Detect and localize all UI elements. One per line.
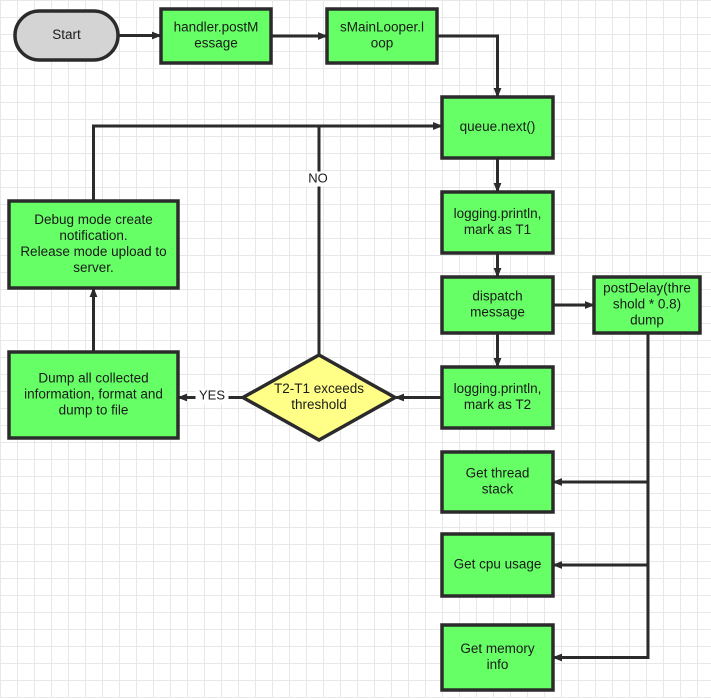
node-label: Debug mode create [34,212,153,227]
node-post_message[interactable]: handler.postMessage [159,7,273,65]
node-label: Dump all collected [38,371,148,386]
node-start[interactable]: Start [13,9,120,62]
node-notify_upload[interactable]: Debug mode createnotification.Release mo… [7,199,180,290]
node-queue_next[interactable]: queue.next() [440,95,555,160]
node-label: server. [73,260,114,275]
node-label: logging.println, [454,381,542,396]
node-post_delay[interactable]: postDelay(threshold * 0.8)dump [592,275,702,335]
node-dispatch[interactable]: dispatchmessage [440,275,555,335]
node-label: stack [482,482,514,497]
node-label: Release mode upload to [20,244,166,259]
node-label: dump [630,313,664,328]
node-label: oop [371,36,394,51]
node-label: info [487,657,509,672]
node-label: sMainLooper.l [340,20,424,35]
node-label: Get cpu usage [454,557,542,572]
node-decision[interactable]: T2-T1 exceedsthreshold [239,352,399,443]
edge-label-text: NO [308,170,328,185]
node-label: shold * 0.8) [613,297,681,312]
node-memory_info[interactable]: Get memoryinfo [440,623,555,692]
edge-post-delay-to-thread-stack [552,333,650,486]
node-label: threshold [291,397,347,412]
node-label: handler.postM [174,20,259,35]
node-log_t2[interactable]: logging.println,mark as T2 [440,365,555,430]
node-main_looper[interactable]: sMainLooper.loop [325,7,439,65]
node-thread_stack[interactable]: Get threadstack [440,450,555,514]
node-label: Start [52,27,81,42]
edge-label-no-label: NO [306,170,330,187]
node-label: essage [194,36,238,51]
node-label: notification. [59,228,127,243]
flowchart-canvas: Start handler.postM essage sMainLooper.l oop… [0,0,711,698]
nodes-layer: Start handler.postMessage sMainLooper.loop… [7,7,702,692]
node-label: mark as T2 [464,397,531,412]
node-label: information, format and [24,387,163,402]
node-label: logging.println, [454,206,542,221]
node-label: Get memory [460,641,535,656]
node-label: T2-T1 exceeds [274,381,364,396]
edge-label-yes-label: YES [195,387,229,404]
edge-notify-upload-to-queue-next [92,122,443,201]
node-log_t1[interactable]: logging.println,mark as T1 [440,190,555,255]
node-label: queue.next() [460,119,536,134]
flowchart-svg: Start handler.postMessage sMainLooper.loop… [7,7,702,692]
node-label: dump to file [59,403,129,418]
edge-main-looper-to-queue-next [437,34,502,98]
edges-layer [89,31,650,662]
node-label: mark as T1 [464,222,531,237]
node-dump_file[interactable]: Dump all collectedinformation, format an… [7,350,180,440]
node-cpu_usage[interactable]: Get cpu usage [440,532,555,598]
node-label: message [470,305,525,320]
edge-decision-no-to-queue-next [317,122,443,355]
edge-post-delay-to-memory-info [552,333,650,662]
node-label: Get thread [466,466,530,481]
node-label: postDelay(thre [603,281,691,296]
node-label: dispatch [472,289,522,304]
edge-post-delay-to-cpu-usage [552,333,650,569]
edge-label-text: YES [199,387,225,402]
